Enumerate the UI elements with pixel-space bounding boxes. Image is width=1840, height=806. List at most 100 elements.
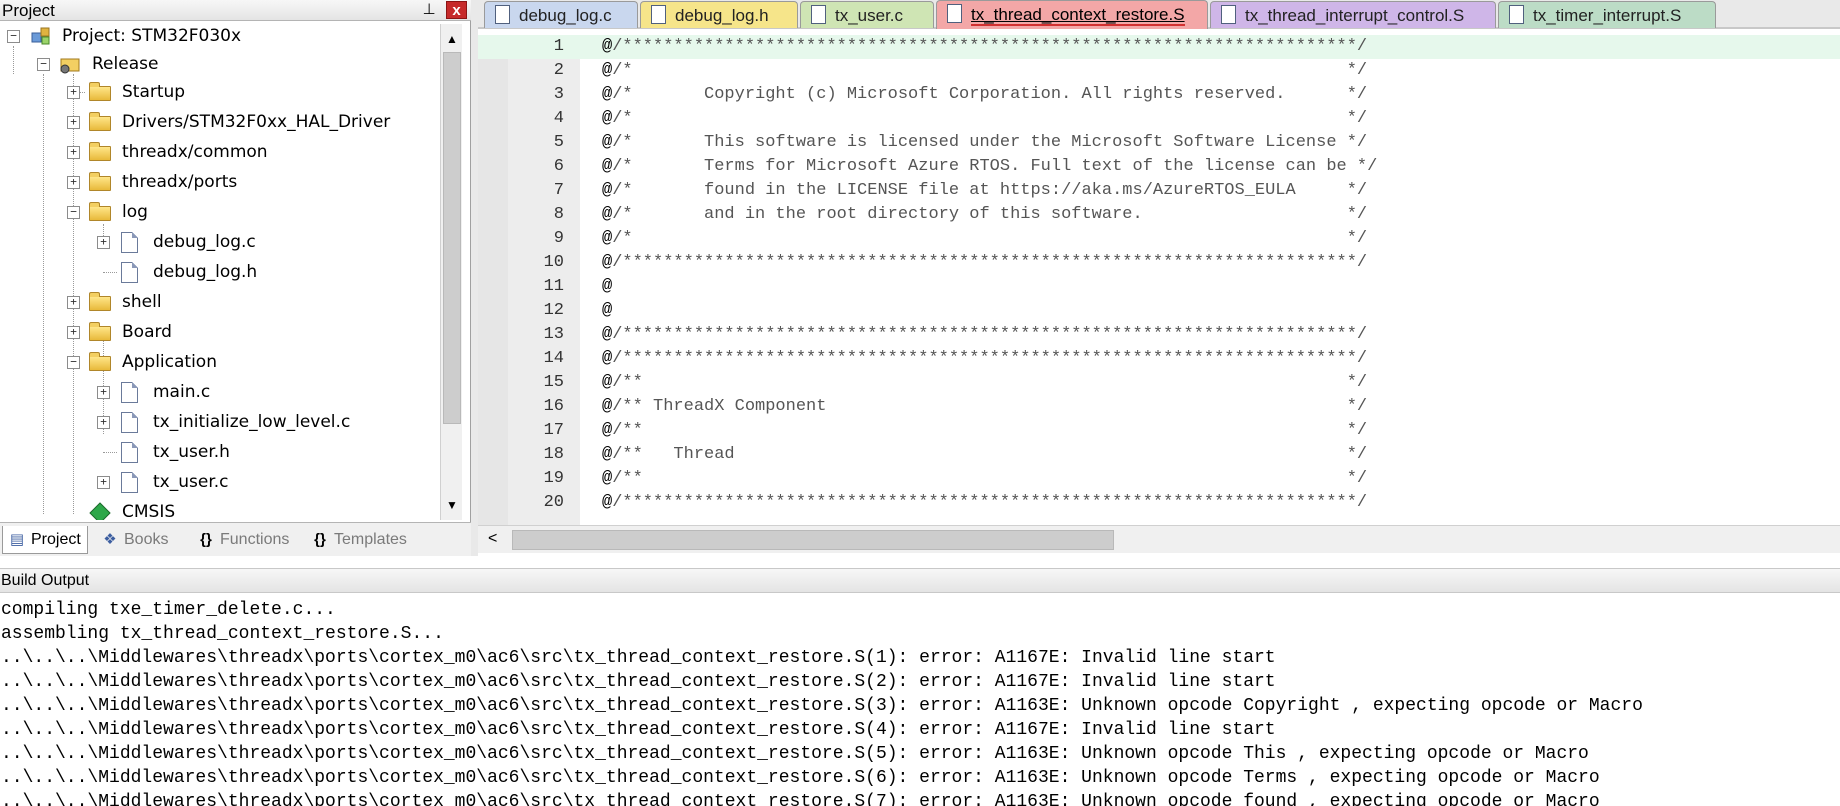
editor-tab-label: tx_thread_context_restore.S bbox=[971, 5, 1185, 26]
line-prefix: @ bbox=[602, 349, 613, 368]
collapse-icon[interactable]: − bbox=[67, 206, 80, 219]
code-area[interactable]: 1 @/*************************************… bbox=[478, 35, 1840, 525]
tree-item-label: shell bbox=[122, 292, 162, 312]
project-tree[interactable]: − Project: STM32F030x − Release + Startu… bbox=[0, 24, 440, 520]
scroll-left-icon[interactable]: < bbox=[488, 530, 497, 548]
tree-item-label: Application bbox=[122, 352, 217, 372]
build-output-line[interactable]: ..\..\..\Middlewares\threadx\ports\corte… bbox=[1, 670, 1276, 694]
code-line[interactable]: 8 @/* and in the root directory of this s… bbox=[478, 203, 1840, 227]
code-text: @/** */ bbox=[602, 419, 1367, 443]
code-line[interactable]: 5 @/* This software is licensed under the… bbox=[478, 131, 1840, 155]
project-tab-icon: ▤ bbox=[9, 531, 25, 548]
expand-icon[interactable]: + bbox=[67, 326, 80, 339]
expand-icon[interactable]: + bbox=[67, 296, 80, 309]
file-icon bbox=[121, 262, 138, 283]
tab-templates[interactable]: {} Templates bbox=[306, 526, 422, 554]
open-folder-icon bbox=[89, 352, 111, 371]
collapse-icon[interactable]: − bbox=[37, 58, 50, 71]
code-line[interactable]: 7 @/* found in the LICENSE file at https:… bbox=[478, 179, 1840, 203]
expand-icon[interactable]: + bbox=[97, 386, 110, 399]
code-text: @/**************************************… bbox=[602, 35, 1367, 59]
scrollbar-thumb[interactable] bbox=[443, 52, 461, 424]
code-line[interactable]: 15 @/** */ bbox=[478, 371, 1840, 395]
code-text: @/* Terms for Microsoft Azure RTOS. Full… bbox=[602, 155, 1377, 179]
file-icon bbox=[121, 412, 138, 433]
line-prefix: @ bbox=[602, 61, 613, 80]
code-line[interactable]: 10 @/************************************… bbox=[478, 251, 1840, 275]
code-line[interactable]: 18 @/** Thread */ bbox=[478, 443, 1840, 467]
folder-icon bbox=[89, 172, 111, 191]
build-output-line[interactable]: ..\..\..\Middlewares\threadx\ports\corte… bbox=[1, 790, 1600, 806]
editor-tab-tx-thread-interrupt-control[interactable]: tx_thread_interrupt_control.S bbox=[1210, 1, 1496, 28]
code-line[interactable]: 17 @/** */ bbox=[478, 419, 1840, 443]
scrollbar-thumb[interactable] bbox=[512, 530, 1114, 550]
code-text: @/** */ bbox=[602, 371, 1367, 395]
expand-icon[interactable]: + bbox=[97, 416, 110, 429]
collapse-icon[interactable]: − bbox=[67, 356, 80, 369]
code-line[interactable]: 19 @/** */ bbox=[478, 467, 1840, 491]
editor-tab-label: debug_log.h bbox=[675, 6, 769, 25]
build-output-title: Build Output bbox=[1, 572, 90, 589]
pin-icon[interactable]: ⊥ bbox=[420, 1, 438, 19]
tab-label: Books bbox=[124, 531, 169, 548]
expand-icon[interactable]: + bbox=[67, 116, 80, 129]
editor-tab-tx-timer-interrupt[interactable]: tx_timer_interrupt.S bbox=[1498, 1, 1716, 28]
code-line[interactable]: 13 @/************************************… bbox=[478, 323, 1840, 347]
code-line[interactable]: 1 @/*************************************… bbox=[478, 35, 1840, 59]
tree-item-label: CMSIS bbox=[122, 502, 176, 520]
build-output-line[interactable]: ..\..\..\Middlewares\threadx\ports\corte… bbox=[1, 742, 1589, 766]
code-line[interactable]: 14 @/************************************… bbox=[478, 347, 1840, 371]
tree-scrollbar[interactable]: ▲ ▼ bbox=[440, 24, 462, 520]
line-number: 15 bbox=[543, 373, 564, 392]
editor-tab-tx-thread-context-restore[interactable]: tx_thread_context_restore.S bbox=[936, 0, 1208, 29]
editor-horizontal-scrollbar[interactable]: < bbox=[478, 525, 1840, 553]
build-output-header: Build Output bbox=[0, 568, 1840, 593]
code-line[interactable]: 20 @/************************************… bbox=[478, 491, 1840, 515]
code-line[interactable]: 12 @ bbox=[478, 299, 1840, 323]
code-line[interactable]: 9 @/* */ bbox=[478, 227, 1840, 251]
editor-tab-debug-log-c[interactable]: debug_log.c bbox=[484, 1, 638, 28]
code-line[interactable]: 3 @/* Copyright (c) Microsoft Corporation… bbox=[478, 83, 1840, 107]
build-output-line[interactable]: ..\..\..\Middlewares\threadx\ports\corte… bbox=[1, 718, 1276, 742]
close-panel-button[interactable]: x bbox=[446, 1, 467, 19]
code-text: @/* This software is licensed under the … bbox=[602, 131, 1367, 155]
tree-guide bbox=[103, 272, 117, 273]
tree-item-label: debug_log.c bbox=[153, 232, 256, 252]
build-output-line[interactable]: ..\..\..\Middlewares\threadx\ports\corte… bbox=[1, 694, 1643, 718]
collapse-icon[interactable]: − bbox=[7, 30, 20, 43]
scroll-up-icon[interactable]: ▲ bbox=[443, 30, 461, 48]
tree-guide bbox=[73, 74, 74, 514]
code-comment: /***************************************… bbox=[612, 493, 1368, 512]
editor-tab-tx-user-c[interactable]: tx_user.c bbox=[800, 1, 934, 28]
code-comment: /***************************************… bbox=[612, 349, 1368, 368]
build-output-log[interactable]: compiling txe_timer_delete.c... assemblin… bbox=[0, 598, 1840, 806]
expand-icon[interactable]: + bbox=[67, 86, 80, 99]
code-line[interactable]: 4 @/* */ bbox=[478, 107, 1840, 131]
code-line[interactable]: 6 @/* Terms for Microsoft Azure RTOS. Ful… bbox=[478, 155, 1840, 179]
expand-icon[interactable]: + bbox=[97, 476, 110, 489]
file-icon bbox=[121, 472, 138, 493]
tree-item-label: threadx/common bbox=[122, 142, 268, 162]
build-output-line[interactable]: ..\..\..\Middlewares\threadx\ports\corte… bbox=[1, 646, 1276, 670]
editor-tab-label: tx_timer_interrupt.S bbox=[1533, 6, 1682, 25]
expand-icon[interactable]: + bbox=[67, 146, 80, 159]
line-number: 19 bbox=[543, 469, 564, 488]
panel-splitter[interactable] bbox=[471, 0, 478, 556]
tab-label: Functions bbox=[220, 531, 290, 548]
build-output-line[interactable]: compiling txe_timer_delete.c... bbox=[1, 598, 336, 622]
scroll-down-icon[interactable]: ▼ bbox=[443, 496, 461, 514]
build-output-line[interactable]: assembling tx_thread_context_restore.S..… bbox=[1, 622, 444, 646]
line-number: 10 bbox=[543, 253, 564, 272]
tree-item-label: tx_initialize_low_level.c bbox=[153, 412, 351, 432]
code-line[interactable]: 11 @ bbox=[478, 275, 1840, 299]
tab-project[interactable]: ▤ Project bbox=[2, 526, 88, 554]
expand-icon[interactable]: + bbox=[67, 176, 80, 189]
expand-icon[interactable]: + bbox=[97, 236, 110, 249]
file-icon bbox=[121, 382, 138, 403]
code-line[interactable]: 16 @/** ThreadX Component */ bbox=[478, 395, 1840, 419]
tab-books[interactable]: ❖ Books bbox=[96, 526, 182, 554]
code-line[interactable]: 2 @/* */ bbox=[478, 59, 1840, 83]
editor-tab-debug-log-h[interactable]: debug_log.h bbox=[640, 1, 798, 28]
tab-functions[interactable]: {} Functions bbox=[192, 526, 302, 554]
build-output-line[interactable]: ..\..\..\Middlewares\threadx\ports\corte… bbox=[1, 766, 1600, 790]
